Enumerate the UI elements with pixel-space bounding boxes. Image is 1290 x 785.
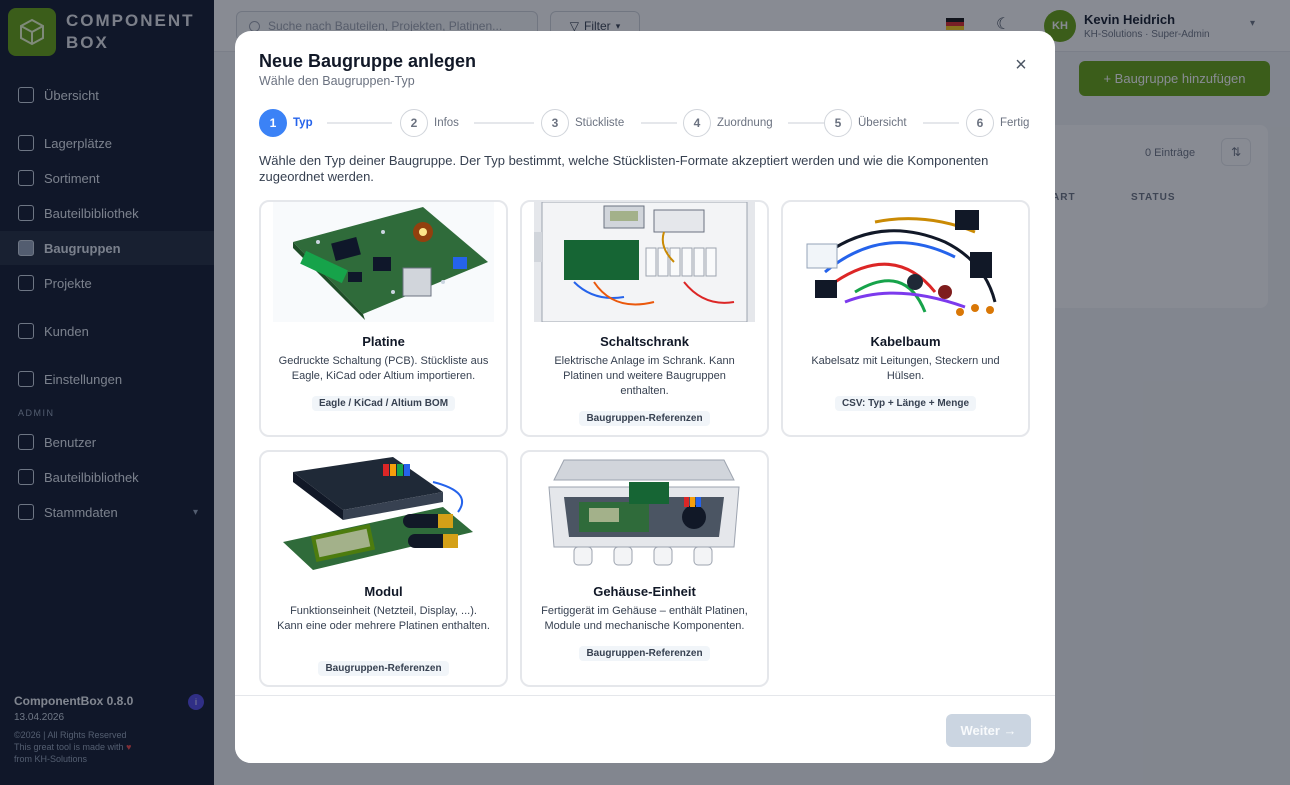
format-tag: Eagle / KiCad / Altium BOM	[261, 393, 506, 411]
card-title: Modul	[364, 584, 403, 599]
pcb-image	[273, 202, 494, 322]
step-typ[interactable]: 1 Typ	[259, 109, 313, 137]
step-number: 1	[259, 109, 287, 137]
close-icon[interactable]: ×	[1011, 55, 1031, 75]
type-card-gehaeuse-einheit[interactable]: Gehäuse-Einheit Fertiggerät im Gehäuse –…	[520, 450, 769, 687]
step-connector	[327, 122, 392, 124]
enclosure-image	[534, 452, 755, 572]
next-button[interactable]: Weiter →	[946, 714, 1031, 747]
type-description: Wähle den Typ deiner Baugruppe. Der Typ …	[259, 153, 989, 184]
wizard-stepper: 1 Typ 2 Infos 3 Stückliste 4 Zuordnung 5…	[259, 109, 1031, 137]
format-tag: Baugruppen-Referenzen	[522, 643, 767, 661]
step-fertig[interactable]: 6 Fertig	[966, 109, 1029, 137]
card-description: Kabelsatz mit Leitungen, Steckern und Hü…	[811, 355, 1000, 382]
step-number: 4	[683, 109, 711, 137]
step-label: Fertig	[1000, 117, 1030, 129]
step-zuordnung[interactable]: 4 Zuordnung	[683, 109, 773, 137]
step-connector	[923, 122, 959, 124]
type-card-modul[interactable]: Modul Funktionseinheit (Netzteil, Displa…	[259, 450, 508, 687]
card-description: Funktionseinheit (Netzteil, Display, ...…	[277, 605, 490, 632]
step-number: 2	[400, 109, 428, 137]
type-card-schaltschrank[interactable]: Schaltschrank Elektrische Anlage im Schr…	[520, 200, 769, 437]
step-label: Stückliste	[575, 117, 625, 129]
module-image	[273, 452, 494, 572]
step-label: Infos	[434, 117, 459, 129]
step-uebersicht[interactable]: 5 Übersicht	[824, 109, 907, 137]
control-cabinet-image	[534, 202, 755, 322]
format-tag: Baugruppen-Referenzen	[261, 658, 506, 676]
step-label: Übersicht	[858, 117, 907, 129]
dialog-subtitle: Wähle den Baugruppen-Typ	[259, 74, 415, 88]
new-assembly-dialog: Neue Baugruppe anlegen Wähle den Baugrup…	[235, 31, 1055, 763]
card-title: Platine	[362, 334, 405, 349]
format-tag: Baugruppen-Referenzen	[522, 408, 767, 426]
step-number: 3	[541, 109, 569, 137]
card-title: Kabelbaum	[870, 334, 941, 349]
type-card-platine[interactable]: Platine Gedruckte Schaltung (PCB). Stück…	[259, 200, 508, 437]
card-description: Gedruckte Schaltung (PCB). Stückliste au…	[278, 355, 489, 382]
step-infos[interactable]: 2 Infos	[400, 109, 459, 137]
format-tag: CSV: Typ + Länge + Menge	[783, 393, 1028, 411]
card-description: Elektrische Anlage im Schrank. Kann Plat…	[554, 355, 735, 397]
cable-harness-image	[795, 202, 1016, 322]
card-description: Fertiggerät im Gehäuse – enthält Platine…	[541, 605, 748, 632]
step-connector	[788, 122, 824, 124]
dialog-title: Neue Baugruppe anlegen	[259, 51, 477, 71]
card-title: Schaltschrank	[600, 334, 689, 349]
type-card-kabelbaum[interactable]: Kabelbaum Kabelsatz mit Leitungen, Steck…	[781, 200, 1030, 437]
step-stueckliste[interactable]: 3 Stückliste	[541, 109, 624, 137]
step-label: Zuordnung	[717, 117, 773, 129]
step-number: 5	[824, 109, 852, 137]
dialog-footer: Weiter →	[235, 695, 1055, 763]
step-connector	[641, 122, 677, 124]
step-connector	[474, 122, 534, 124]
card-title: Gehäuse-Einheit	[593, 584, 696, 599]
step-number: 6	[966, 109, 994, 137]
step-label: Typ	[293, 117, 313, 129]
